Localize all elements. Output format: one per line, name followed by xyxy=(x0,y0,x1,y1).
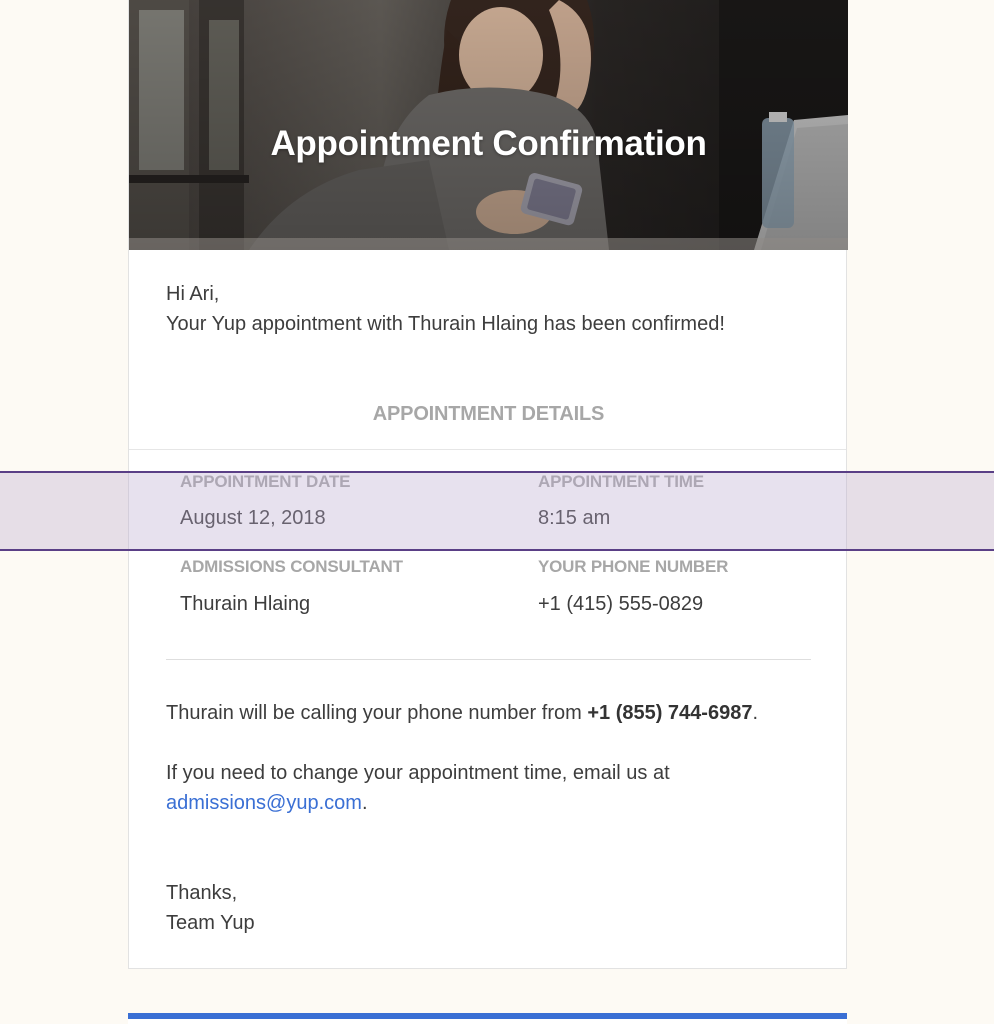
page-title: Appointment Confirmation xyxy=(270,124,707,163)
appointment-date-value: August 12, 2018 xyxy=(180,507,326,529)
confirmation-text: Your Yup appointment with Thurain Hlaing… xyxy=(166,313,725,335)
email-card: Appointment Confirmation Hi Ari, Your Yu… xyxy=(128,0,848,969)
footer-card-top xyxy=(128,1013,847,1024)
phone-number-label: YOUR PHONE NUMBER xyxy=(538,557,729,576)
appointment-time-value: 8:15 am xyxy=(538,507,611,529)
change-suffix: . xyxy=(361,792,368,814)
phone-number-value: +1 (415) 555-0829 xyxy=(538,593,704,615)
calling-prefix: Thurain will be calling your phone numbe… xyxy=(166,702,588,724)
consultant-label: ADMISSIONS CONSULTANT xyxy=(180,557,403,576)
greeting-text: Hi Ari, xyxy=(166,283,220,305)
appointment-details-heading: APPOINTMENT DETAILS xyxy=(372,403,605,425)
details-divider xyxy=(166,659,811,660)
signoff-team: Team Yup xyxy=(166,912,255,934)
change-text: If you need to change your appointment t… xyxy=(166,762,670,784)
admissions-email-link[interactable]: admissions@yup.com xyxy=(166,792,362,814)
hero-banner: Appointment Confirmation xyxy=(129,0,848,250)
signoff-thanks: Thanks, xyxy=(166,882,238,904)
change-notice: If you need to change your appointment t… xyxy=(166,758,670,818)
consultant-value: Thurain Hlaing xyxy=(180,593,311,615)
greeting-block: Hi Ari, Your Yup appointment with Thurai… xyxy=(166,279,725,339)
calling-from-number: +1 (855) 744-6987 xyxy=(587,702,753,724)
calling-suffix: . xyxy=(752,702,759,724)
appointment-time-label: APPOINTMENT TIME xyxy=(538,472,704,491)
signoff-block: Thanks, Team Yup xyxy=(166,878,255,938)
section-divider xyxy=(129,449,846,450)
appointment-date-label: APPOINTMENT DATE xyxy=(180,472,351,491)
calling-notice: Thurain will be calling your phone numbe… xyxy=(166,698,758,728)
